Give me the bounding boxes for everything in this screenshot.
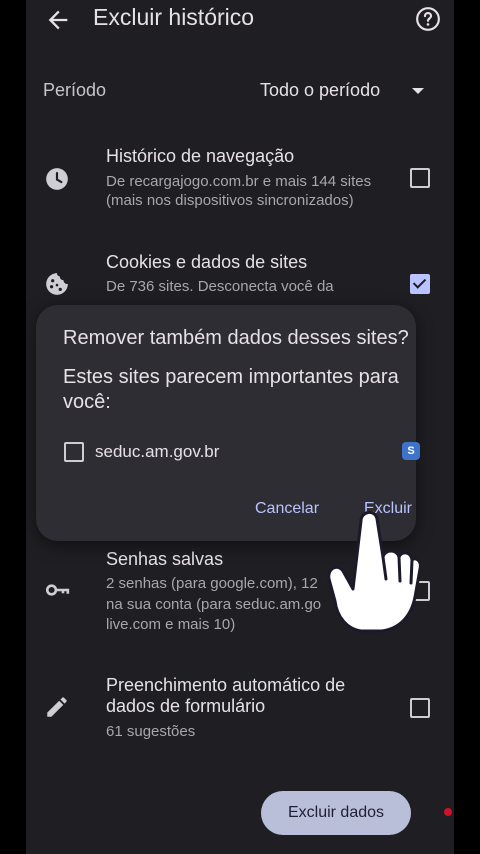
back-arrow-icon[interactable] [44,6,72,34]
help-icon[interactable] [415,6,441,32]
list-item-history[interactable]: Histórico de navegação De recargajogo.co… [26,140,454,220]
passwords-subtitle-1: 2 senhas (para google.com), 12 [106,575,318,592]
top-app-bar: Excluir histórico [26,0,454,40]
site-label: seduc.am.gov.br [95,442,220,461]
touch-indicator [444,808,452,816]
passwords-title: Senhas salvas [106,549,224,569]
dropdown-caret-icon[interactable] [412,88,424,94]
cookies-checkbox[interactable] [410,274,430,294]
cancel-button[interactable]: Cancelar [255,500,319,518]
dialog-body: Estes sites parecem importantes para voc… [63,366,399,413]
page-title: Excluir histórico [93,4,255,30]
tap-hand-icon [327,511,420,633]
site-checkbox[interactable] [64,442,84,462]
delete-data-button[interactable]: Excluir dados [261,791,411,835]
autofill-subtitle: 61 sugestões [106,723,196,740]
history-checkbox[interactable] [410,168,430,188]
history-subtitle-2: (mais nos dispositivos sincronizados) [106,192,354,209]
dialog-title: Remover também dados desses sites? [63,327,409,349]
history-title: Histórico de navegação [106,146,295,166]
period-label: Período [43,80,107,100]
passwords-subtitle-2: na sua conta (para seduc.am.go [106,596,322,613]
autofill-title-2: dados de formulário [106,696,266,716]
cookies-title: Cookies e dados de sites [106,252,308,272]
history-subtitle-1: De recargajogo.com.br e mais 144 sites [106,173,372,190]
clock-icon [46,168,68,190]
list-item-autofill[interactable]: Preenchimento automático de dados de for… [26,670,454,750]
site-favicon-icon: S [402,442,420,460]
autofill-checkbox[interactable] [410,698,430,718]
cookies-subtitle-1: De 736 sites. Desconecta você da [106,278,334,295]
cookie-icon [46,273,68,295]
period-dropdown[interactable]: Todo o período [260,80,380,101]
passwords-subtitle-3: live.com e mais 10) [106,616,236,633]
key-icon [45,584,70,596]
autofill-title-1: Preenchimento automático de [106,675,346,695]
pencil-icon [47,697,67,717]
